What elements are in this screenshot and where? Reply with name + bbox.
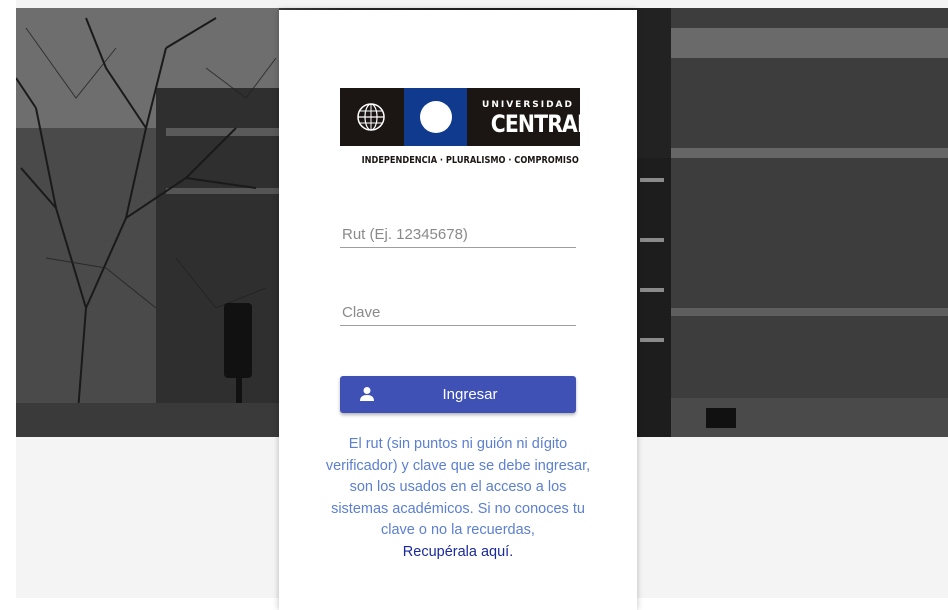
- login-card: UNIVERSIDAD CENTRAL INDEPENDENCIA · PLUR…: [279, 10, 637, 610]
- ingresar-label: Ingresar: [442, 386, 498, 403]
- logo-word-universidad: UNIVERSIDAD: [482, 100, 574, 110]
- rut-input[interactable]: [340, 222, 576, 248]
- ingresar-button[interactable]: Ingresar: [340, 376, 576, 413]
- clave-input[interactable]: [340, 300, 576, 326]
- logo-word-central: CENTRAL: [490, 110, 590, 138]
- universidad-central-logo: UNIVERSIDAD CENTRAL INDEPENDENCIA · PLUR…: [340, 88, 590, 178]
- recover-password-link[interactable]: Recupérala aquí.: [403, 544, 513, 560]
- logo-tagline: INDEPENDENCIA · PLURALISMO · COMPROMISO: [361, 155, 579, 166]
- logo-circle-mark: [420, 101, 452, 133]
- help-text: El rut (sin puntos ni guión ni dígito ve…: [320, 434, 596, 563]
- help-description: El rut (sin puntos ni guión ni dígito ve…: [325, 436, 591, 538]
- globe-icon: [357, 103, 385, 131]
